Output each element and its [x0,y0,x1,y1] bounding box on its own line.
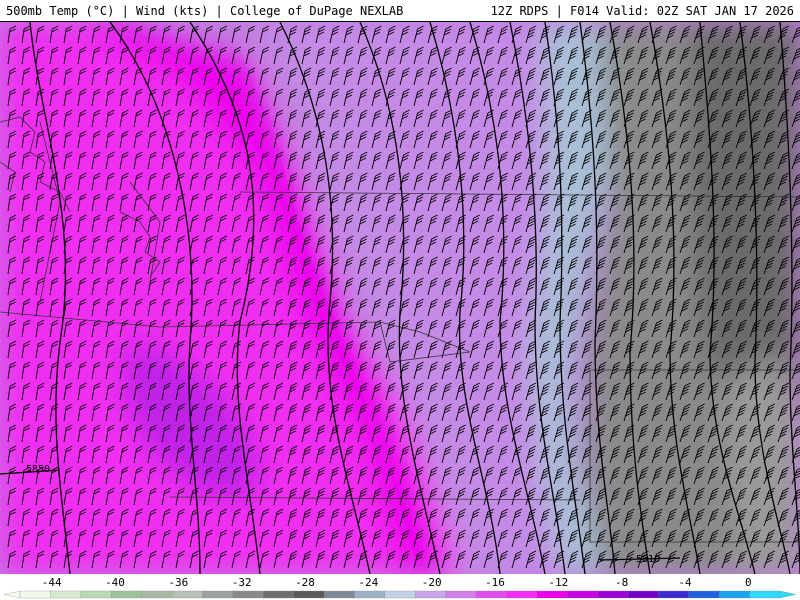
colorbar-segment [80,590,112,599]
colorbar-tick-label: -40 [105,576,125,589]
colorbar-max-arrow [779,590,797,599]
colorbar-segment [597,590,629,599]
colorbar-segment [475,590,508,599]
colorbar-tick-label: -32 [232,576,252,589]
colorbar-segment [658,590,690,599]
colorbar-segment [171,590,204,599]
forecast-map: 5850 5610 [0,22,800,574]
colorbar-segment [293,590,325,599]
colorbar-tick-label: -24 [358,576,378,589]
colorbar-segment [263,590,295,599]
colorbar-segment [536,590,568,599]
colorbar-segment [323,590,356,599]
colorbar-tick-label: 0 [745,576,752,589]
colorbar-segment [445,590,477,599]
map-header: 500mb Temp (°C) | Wind (kts) | College o… [0,0,800,22]
colorbar-tick-label: -12 [548,576,568,589]
colorbar-segment [50,590,82,599]
colorbar-segment [749,590,781,599]
colorbar-segment [232,590,264,599]
colorbar-segment [719,590,751,599]
colorbar-segment [19,590,52,599]
model-run-info: 12Z RDPS | F014 Valid: 02Z SAT JAN 17 20… [490,4,794,18]
colorbar-segment [354,590,386,599]
colorbar-tick-label: -20 [422,576,442,589]
colorbar-bar [3,590,797,599]
colorbar-segment [202,590,234,599]
colorbar-ticks: -44 -40 -36 -32 -28 -24 -20 -16 -12 -8 -4 0 [42,576,752,589]
colorbar-tick-label: -44 [42,576,62,589]
colorbar-segment [627,590,660,599]
colorbar-segment [384,590,416,599]
colorbar-segment [415,590,447,599]
colorbar-tick-label: -8 [615,576,628,589]
temperature-colorbar: -44 -40 -36 -32 -28 -24 -20 -16 -12 -8 -4 0 [0,574,800,600]
colorbar-min-arrow [3,590,21,599]
colorbar-tick-label: -4 [678,576,692,589]
map-title: 500mb Temp (°C) | Wind (kts) | College o… [6,4,404,18]
colorbar-tick-label: -16 [485,576,505,589]
colorbar-tick-label: -36 [168,576,188,589]
colorbar-segment [141,590,173,599]
colorbar-segment [111,590,143,599]
colorbar-tick-label: -28 [295,576,315,589]
colorbar-segment [567,590,599,599]
colorbar-segment [688,590,720,599]
colorbar-segment [506,590,538,599]
